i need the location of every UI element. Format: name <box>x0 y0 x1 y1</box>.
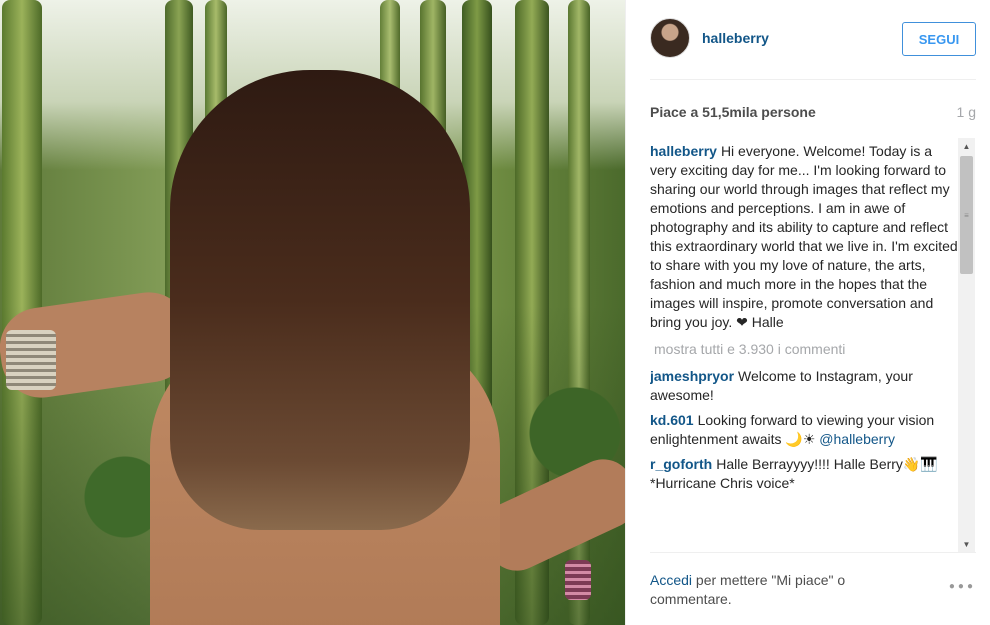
comment-item: jameshpryor Welcome to Instagram, your aw… <box>650 367 960 405</box>
caption-text: Hi everyone. Welcome! Today is a very ex… <box>650 143 958 330</box>
follow-button[interactable]: SEGUI <box>902 22 976 56</box>
likes-row: Piace a 51,5mila persone 1 g <box>650 104 976 124</box>
subject-hair <box>170 70 470 530</box>
post-header: halleberry SEGUI <box>650 18 976 80</box>
likes-count[interactable]: Piace a 51,5mila persone <box>650 104 816 120</box>
comments-list[interactable]: halleberry Hi everyone. Welcome! Today is… <box>650 142 960 552</box>
login-prompt: Accedi per mettere "Mi piace" o commenta… <box>650 571 910 609</box>
post-footer: Accedi per mettere "Mi piace" o commenta… <box>650 552 976 625</box>
scroll-down-icon[interactable]: ▼ <box>958 536 975 552</box>
comment-username[interactable]: kd.601 <box>650 412 694 428</box>
avatar[interactable] <box>650 18 690 58</box>
scroll-up-icon[interactable]: ▲ <box>958 138 975 154</box>
post-time[interactable]: 1 g <box>957 104 976 120</box>
comment-item: r_goforth Halle Berrayyyy!!!! Halle Berry… <box>650 455 960 493</box>
caption-username[interactable]: halleberry <box>650 143 717 159</box>
caption: halleberry Hi everyone. Welcome! Today is… <box>650 142 960 332</box>
more-options-icon[interactable]: ●●● <box>949 581 976 592</box>
comment-username[interactable]: r_goforth <box>650 456 712 472</box>
scroll-thumb[interactable]: ≡ <box>960 156 973 274</box>
post-photo <box>0 0 625 625</box>
comment-username[interactable]: jameshpryor <box>650 368 734 384</box>
comment-item: kd.601 Looking forward to viewing your vi… <box>650 411 960 449</box>
comment-mention[interactable]: @halleberry <box>819 431 895 447</box>
comments-scrollbar[interactable]: ▲ ≡ ▼ <box>958 138 975 552</box>
post-details-panel: halleberry SEGUI Piace a 51,5mila person… <box>625 0 990 625</box>
bracelet-left <box>6 330 56 390</box>
bracelet-right <box>565 560 591 600</box>
login-link[interactable]: Accedi <box>650 572 692 588</box>
post-username[interactable]: halleberry <box>702 30 769 46</box>
show-all-comments-link[interactable]: mostra tutti e 3.930 i commenti <box>654 340 960 359</box>
